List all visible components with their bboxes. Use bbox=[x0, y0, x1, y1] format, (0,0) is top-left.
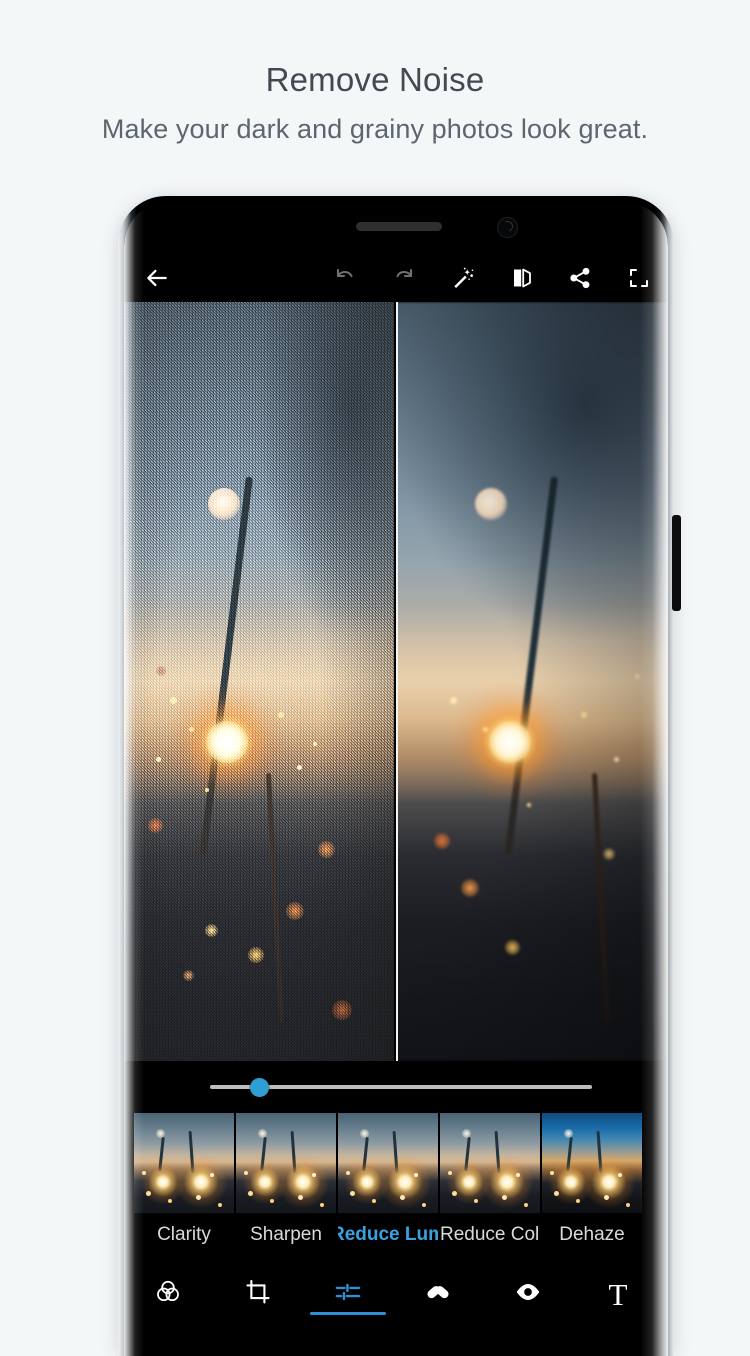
page-subtitle: Make your dark and grainy photos look gr… bbox=[101, 113, 649, 144]
nav-active-indicator bbox=[310, 1312, 386, 1315]
phone-screen: Clarity Sharpen Reduce LumReduce Col.. Deha… bbox=[124, 202, 668, 1356]
phone-mockup: Clarity Sharpen Reduce LumReduce Col.. Deha… bbox=[118, 196, 681, 1356]
slider-knob[interactable] bbox=[250, 1078, 270, 1097]
filmstrip-item-label: Clarity bbox=[157, 1223, 211, 1245]
filmstrip-item-label: Reduce Col.. bbox=[440, 1223, 540, 1245]
adjustment-filmstrip[interactable]: Clarity Sharpen Reduce LumReduce Col.. Deha… bbox=[124, 1113, 668, 1256]
nav-item-red-eye[interactable] bbox=[488, 1264, 568, 1324]
filmstrip-item-label: Sharpen bbox=[250, 1223, 322, 1245]
device-top-bar bbox=[124, 202, 668, 254]
filmstrip-item[interactable]: Reduce Lum bbox=[338, 1113, 438, 1256]
filmstrip-thumbnail[interactable] bbox=[134, 1113, 234, 1213]
nav-item-heal[interactable] bbox=[398, 1264, 478, 1324]
undo-icon[interactable] bbox=[330, 263, 360, 293]
filmstrip-thumbnail[interactable] bbox=[338, 1113, 438, 1213]
filmstrip-item-label: Dehaze bbox=[559, 1223, 625, 1245]
red-eye-icon bbox=[513, 1277, 543, 1312]
speaker-grille-icon bbox=[356, 222, 442, 231]
before-after-compare-icon[interactable] bbox=[507, 263, 537, 293]
front-camera-icon bbox=[497, 217, 518, 238]
power-button[interactable] bbox=[672, 515, 681, 611]
back-arrow-icon[interactable] bbox=[142, 263, 172, 293]
photo-after-denoised bbox=[398, 302, 668, 1061]
nav-item-text[interactable]: T bbox=[578, 1264, 658, 1324]
share-icon[interactable] bbox=[565, 263, 595, 293]
filmstrip-thumbnail[interactable] bbox=[440, 1113, 540, 1213]
page-title: Remove Noise bbox=[265, 61, 485, 98]
noise-grain-overlay-fine bbox=[124, 302, 394, 1061]
redo-icon[interactable] bbox=[389, 263, 419, 293]
promo-header: Remove Noise Make your dark and grainy p… bbox=[0, 0, 750, 146]
magic-wand-icon[interactable] bbox=[448, 263, 478, 293]
filmstrip-item[interactable]: Reduce Col.. bbox=[440, 1113, 540, 1256]
nav-item-looks[interactable] bbox=[128, 1264, 208, 1324]
nav-item-adjust[interactable] bbox=[308, 1264, 388, 1324]
heal-icon bbox=[424, 1278, 452, 1311]
adjustment-slider-row bbox=[124, 1061, 668, 1113]
adjust-sliders-icon bbox=[334, 1278, 362, 1311]
filmstrip-thumbnail[interactable] bbox=[542, 1113, 642, 1213]
filmstrip-item[interactable]: Dehaze bbox=[542, 1113, 642, 1256]
filmstrip-item-label: Reduce Lum bbox=[338, 1223, 438, 1245]
filmstrip-item[interactable]: Sharpen bbox=[236, 1113, 336, 1256]
text-icon: T bbox=[608, 1276, 628, 1312]
nav-item-crop[interactable] bbox=[218, 1264, 298, 1324]
export-icon[interactable] bbox=[624, 263, 654, 293]
compare-divider[interactable] bbox=[396, 302, 398, 1061]
bottom-toolbar: T bbox=[124, 1256, 668, 1356]
photo-before-noisy bbox=[124, 302, 396, 1061]
app-toolbar bbox=[124, 254, 668, 302]
filmstrip-item[interactable]: Clarity bbox=[134, 1113, 234, 1256]
looks-icon bbox=[154, 1278, 182, 1311]
filmstrip-thumbnail[interactable] bbox=[236, 1113, 336, 1213]
crop-icon bbox=[244, 1278, 272, 1311]
phone-body: Clarity Sharpen Reduce LumReduce Col.. Deha… bbox=[118, 196, 674, 1356]
photo-compare-view[interactable] bbox=[124, 302, 668, 1061]
